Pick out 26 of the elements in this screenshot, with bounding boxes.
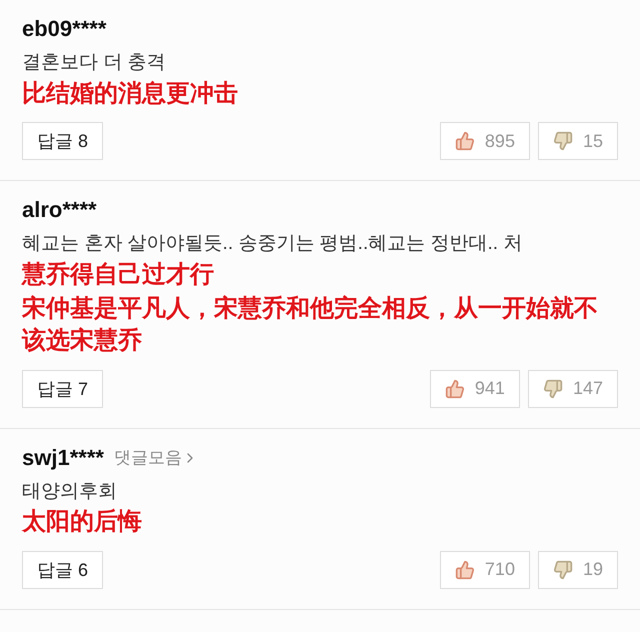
dislike-button[interactable]: 147 — [528, 370, 618, 408]
reply-button[interactable]: 답글 7 — [22, 370, 104, 408]
comment-text: 태양의후회 — [22, 480, 118, 504]
reply-button[interactable]: 답글 8 — [22, 122, 104, 160]
translation-caption: 太阳的后悔 — [22, 507, 143, 538]
translation-caption: 比结婚的消息更冲击 — [22, 78, 239, 109]
comments-link[interactable]: 댓글모음 — [114, 446, 198, 470]
thumbs-up-icon — [444, 378, 465, 399]
like-button[interactable]: 941 — [430, 370, 520, 408]
username: alro**** — [22, 197, 97, 224]
username: eb09**** — [22, 16, 106, 42]
dislike-button[interactable]: 19 — [538, 550, 618, 589]
thumbs-up-icon — [454, 131, 475, 152]
username: swj1**** — [22, 444, 104, 471]
translation-caption: 宋仲基是平凡人，宋慧乔和他完全相反，从一开始就不该选宋慧乔 — [22, 294, 599, 356]
comment-text: 혜교는 혼자 살아야될듯.. 송중기는 평범..혜교는 정반대.. 처 — [22, 232, 524, 256]
translation-caption: 慧乔得自己过才行 — [22, 260, 215, 290]
comment-text: 결혼보다 더 충격 — [22, 51, 167, 75]
thumbs-down-icon — [542, 378, 563, 399]
thumbs-down-icon — [552, 131, 573, 152]
like-button[interactable]: 710 — [440, 550, 530, 589]
dislike-button[interactable]: 15 — [538, 122, 618, 160]
like-button[interactable]: 895 — [440, 122, 530, 160]
reply-button[interactable]: 답글 6 — [22, 550, 104, 589]
thumbs-down-icon — [552, 560, 573, 580]
thumbs-up-icon — [454, 560, 475, 580]
